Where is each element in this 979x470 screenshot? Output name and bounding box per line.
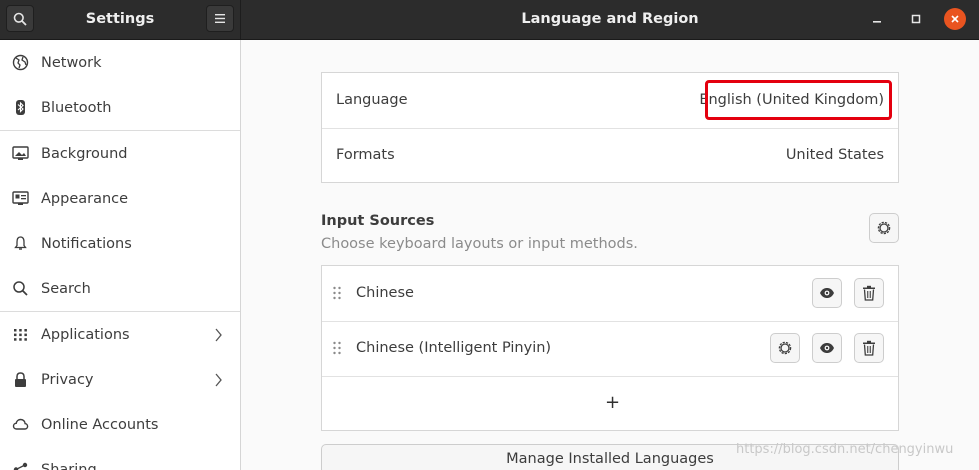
trash-icon	[863, 285, 875, 301]
close-icon	[951, 15, 959, 23]
sidebar-item-online-accounts[interactable]: Online Accounts	[0, 402, 240, 447]
lock-icon	[12, 371, 29, 388]
input-sources-title: Input Sources	[321, 213, 435, 229]
sidebar: Network Bluetooth Background Appearance …	[0, 40, 241, 470]
header-bar: Settings Language and Region	[0, 0, 979, 40]
source-settings-button[interactable]	[770, 333, 800, 363]
sidebar-item-background[interactable]: Background	[0, 131, 240, 176]
chevron-right-icon	[215, 328, 222, 341]
input-sources-subtitle: Choose keyboard layouts or input methods…	[321, 236, 638, 252]
gear-icon	[877, 221, 891, 235]
formats-row[interactable]: Formats United States	[322, 128, 898, 183]
sidebar-item-label: Bluetooth	[41, 99, 112, 116]
input-source-label: Chinese	[356, 285, 414, 301]
background-icon	[12, 145, 29, 162]
remove-source-button[interactable]	[854, 333, 884, 363]
preview-layout-button[interactable]	[812, 278, 842, 308]
drag-handle-icon[interactable]	[332, 341, 342, 355]
language-label: Language	[336, 92, 408, 108]
input-source-row[interactable]: Chinese	[322, 266, 898, 321]
sidebar-item-label: Appearance	[41, 190, 129, 207]
remove-source-button[interactable]	[854, 278, 884, 308]
trash-icon	[863, 340, 875, 356]
cloud-icon	[12, 416, 29, 433]
sidebar-item-label: Background	[41, 145, 128, 162]
sidebar-item-label: Search	[41, 280, 91, 297]
eye-icon	[820, 288, 834, 298]
highlight-box	[705, 80, 892, 120]
sidebar-item-notifications[interactable]: Notifications	[0, 221, 240, 266]
maximize-button[interactable]	[905, 8, 927, 30]
formats-label: Formats	[336, 147, 395, 163]
drag-handle-icon[interactable]	[332, 286, 342, 300]
maximize-icon	[911, 14, 921, 24]
search-icon	[12, 280, 29, 297]
bluetooth-icon	[12, 99, 29, 116]
search-icon	[13, 12, 27, 26]
add-input-source-row[interactable]: +	[322, 376, 898, 431]
network-icon	[12, 54, 29, 71]
sidebar-item-label: Notifications	[41, 235, 132, 252]
language-panel: Language English (United Kingdom) Format…	[321, 72, 899, 183]
search-button[interactable]	[6, 5, 34, 32]
sidebar-item-label: Network	[41, 54, 102, 71]
minimize-icon	[873, 21, 881, 23]
main-content: Language English (United Kingdom) Format…	[242, 40, 979, 470]
add-icon: +	[605, 392, 621, 413]
sidebar-item-sharing[interactable]: Sharing	[0, 447, 240, 470]
minimize-button[interactable]	[866, 8, 888, 30]
hamburger-icon	[215, 14, 225, 23]
sidebar-item-label: Applications	[41, 326, 130, 343]
chevron-right-icon	[215, 373, 222, 386]
bell-icon	[12, 235, 29, 252]
input-source-row[interactable]: Chinese (Intelligent Pinyin)	[322, 321, 898, 376]
applications-icon	[12, 326, 29, 343]
eye-icon	[820, 343, 834, 353]
input-options-button[interactable]	[869, 213, 899, 243]
watermark: https://blog.csdn.net/chengyinwu	[736, 442, 954, 457]
sidebar-item-bluetooth[interactable]: Bluetooth	[0, 85, 240, 130]
sidebar-item-applications[interactable]: Applications	[0, 312, 240, 357]
gear-icon	[778, 341, 792, 355]
sidebar-item-privacy[interactable]: Privacy	[0, 357, 240, 402]
sidebar-item-appearance[interactable]: Appearance	[0, 176, 240, 221]
input-sources-list: Chinese Chinese (Intelligent Pinyin) +	[321, 265, 899, 431]
sidebar-item-search[interactable]: Search	[0, 266, 240, 311]
sidebar-title: Settings	[85, 11, 155, 27]
preview-layout-button[interactable]	[812, 333, 842, 363]
input-source-label: Chinese (Intelligent Pinyin)	[356, 340, 552, 356]
sidebar-item-label: Online Accounts	[41, 416, 159, 433]
sidebar-item-label: Sharing	[41, 461, 97, 470]
menu-button[interactable]	[206, 5, 234, 32]
sidebar-item-label: Privacy	[41, 371, 94, 388]
formats-value: United States	[785, 147, 884, 163]
share-icon	[12, 461, 29, 470]
appearance-icon	[12, 190, 29, 207]
sidebar-header: Settings	[0, 0, 241, 39]
sidebar-item-network[interactable]: Network	[0, 40, 240, 85]
close-button[interactable]	[944, 8, 966, 30]
